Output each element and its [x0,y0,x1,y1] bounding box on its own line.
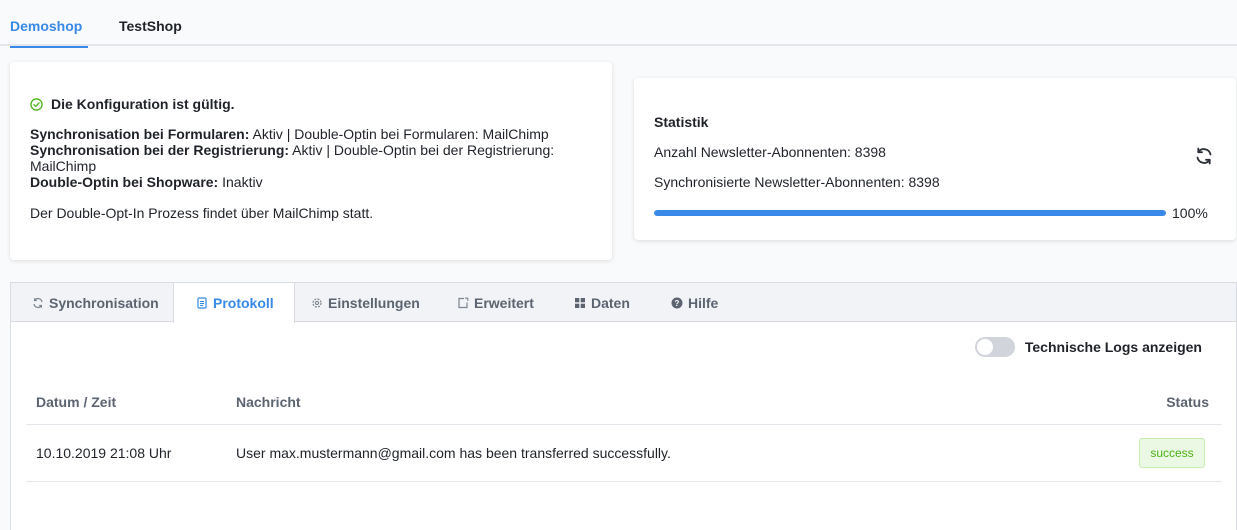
tab-daten[interactable]: Daten [574,283,630,322]
tab-protokoll[interactable]: Protokoll [173,283,295,323]
grid-icon [575,297,585,308]
tab-synchronisation-label: Synchronisation [49,294,159,311]
tab-hilfe[interactable]: ? Hilfe [671,283,718,322]
stats-synced: Synchronisierte Newsletter-Abonnenten: 8… [654,174,940,190]
technical-logs-toggle-row: Technische Logs anzeigen [974,337,1202,357]
sync-icon [33,297,43,308]
column-header-message[interactable]: Nachricht [236,394,301,410]
progress-label: 100% [1172,205,1208,221]
config-lines: Synchronisation bei Formularen: Aktiv | … [30,126,592,190]
tab-hilfe-label: Hilfe [688,294,719,311]
tab-erweitert-label: Erweitert [474,294,534,311]
config-line-forms-value: Aktiv | Double-Optin bei Formularen: Mai… [249,126,549,142]
svg-text:?: ? [675,299,680,308]
help-icon: ? [671,297,683,308]
shop-tab-demoshop[interactable]: Demoshop [10,18,89,48]
config-line-shopware-value: Inaktiv [218,174,263,190]
technical-logs-label: Technische Logs anzeigen [1024,339,1202,355]
log-message: User max.mustermann@gmail.com has been t… [236,445,671,461]
config-valid-row: Die Konfiguration ist gültig. [30,96,592,112]
config-line-shopware-label: Double-Optin bei Shopware: [30,174,219,190]
column-header-date[interactable]: Datum / Zeit [36,394,116,410]
document-icon [197,297,207,309]
config-valid-text: Die Konfiguration ist gültig. [51,96,235,112]
refresh-icon[interactable] [1194,146,1214,166]
tab-einstellungen-label: Einstellungen [328,294,420,311]
module-panel: Synchronisation Protokoll Einstellungen [10,282,1237,530]
external-icon [458,297,469,308]
config-line-registration-label: Synchronisation bei der Registrierung: [30,142,290,158]
log-table-header: Datum / Zeit Nachricht Status [26,381,1222,425]
config-line-forms: Synchronisation bei Formularen: Aktiv | … [30,126,592,142]
tab-daten-label: Daten [591,294,630,311]
shop-tab-testshop[interactable]: TestShop [119,18,182,46]
technical-logs-toggle[interactable] [974,337,1015,357]
tab-synchronisation[interactable]: Synchronisation [32,283,159,322]
tab-erweitert[interactable]: Erweitert [457,283,534,322]
stats-card: Statistik Anzahl Newsletter-Abonnenten: … [634,78,1236,240]
column-header-status[interactable]: Status [1166,394,1209,410]
log-table: Datum / Zeit Nachricht Status 10.10.2019… [26,381,1222,482]
config-line-shopware: Double-Optin bei Shopware: Inaktiv [30,174,592,190]
tab-protokoll-label: Protokoll [213,295,274,311]
shop-tabs: Demoshop TestShop [0,0,1237,48]
check-circle-icon [30,97,43,111]
config-line-forms-label: Synchronisation bei Formularen: [30,126,250,142]
toggle-knob [976,339,993,355]
gear-icon [312,297,322,308]
sync-progress: 100% [654,205,1214,221]
stats-subscribers: Anzahl Newsletter-Abonnenten: 8398 [654,144,886,160]
stats-title: Statistik [654,114,709,130]
log-date: 10.10.2019 21:08 Uhr [36,445,172,461]
progress-track [654,210,1166,216]
table-row[interactable]: 10.10.2019 21:08 Uhr User max.mustermann… [26,425,1222,482]
config-card: Die Konfiguration ist gültig. Synchronis… [10,62,612,260]
config-note: Der Double-Opt-In Prozess findet über Ma… [30,205,374,221]
tab-einstellungen[interactable]: Einstellungen [311,283,420,322]
module-tab-bar: Synchronisation Protokoll Einstellungen [11,283,1236,323]
config-line-registration: Synchronisation bei der Registrierung: A… [30,142,592,174]
status-badge: success [1139,438,1205,468]
progress-fill [654,210,1166,216]
